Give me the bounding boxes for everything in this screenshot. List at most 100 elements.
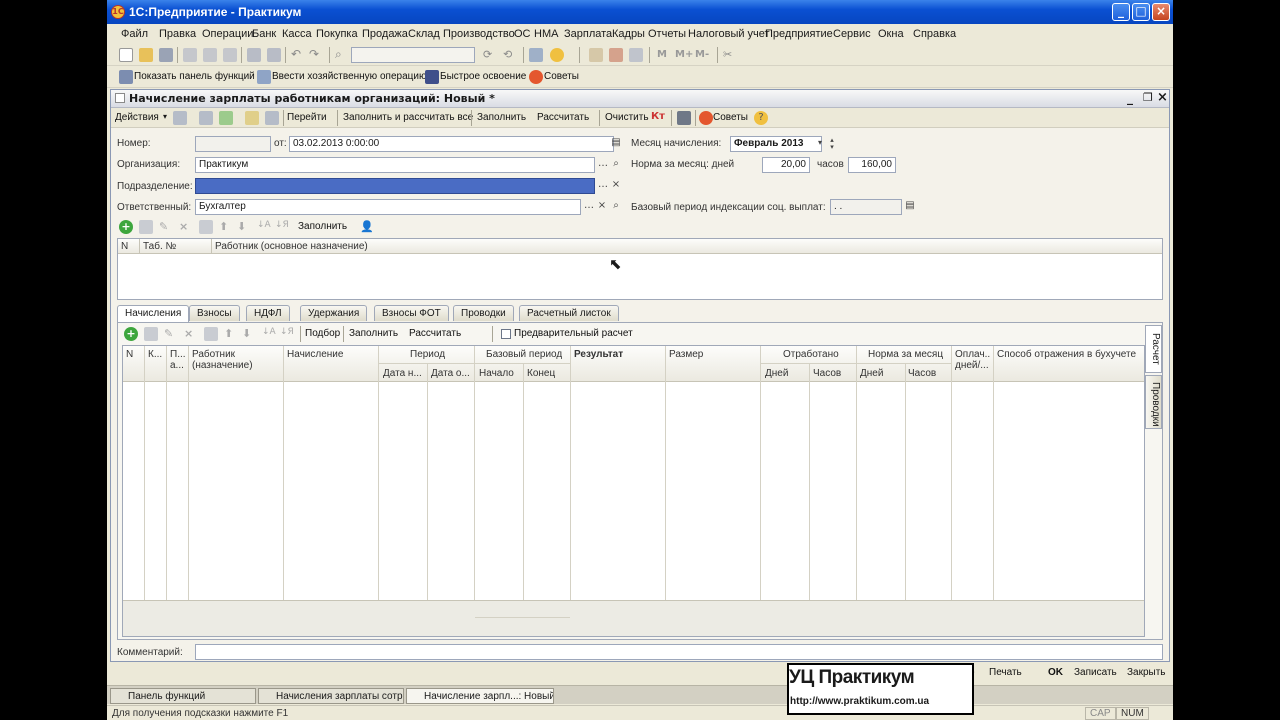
menu-edit[interactable]: Правка <box>159 28 196 40</box>
cut-icon[interactable] <box>183 48 197 62</box>
col-result[interactable]: Результат <box>574 349 623 360</box>
comment-field[interactable] <box>195 644 1163 660</box>
menu-file[interactable]: Файл <box>121 28 148 40</box>
windows-icon[interactable] <box>529 48 543 62</box>
goto-menu[interactable]: Перейти <box>287 112 327 123</box>
help-icon[interactable]: ? <box>754 111 768 125</box>
accrual-up-icon[interactable]: ⬆ <box>224 327 238 341</box>
fill-calc-all-button[interactable]: Заполнить и рассчитать все <box>343 112 473 123</box>
maximize-button[interactable]: □ <box>1132 3 1150 21</box>
tab-deductions[interactable]: Удержания <box>300 305 368 321</box>
norm-hours-field[interactable]: 160,00 <box>848 157 896 173</box>
post-icon[interactable] <box>219 111 233 125</box>
resp-select-button[interactable]: … <box>582 200 596 214</box>
menu-help[interactable]: Справка <box>913 28 956 40</box>
redo-icon[interactable]: ↷ <box>309 48 323 62</box>
col-worked-hours[interactable]: Часов <box>813 368 841 379</box>
date-field[interactable]: 03.02.2013 0:00:00 <box>289 136 614 152</box>
memory-button[interactable]: M <box>657 49 667 60</box>
tab-accruals[interactable]: Начисления <box>117 305 190 322</box>
doc-close-button[interactable]: × <box>1157 90 1168 105</box>
col-reflection-method[interactable]: Способ отражения в бухучете <box>997 349 1136 360</box>
menu-os[interactable]: ОС <box>514 28 531 40</box>
menu-purchase[interactable]: Покупка <box>316 28 358 40</box>
calculate-menu[interactable]: Рассчитать <box>537 112 589 123</box>
copy-accrual-icon[interactable] <box>144 327 158 341</box>
save-icon[interactable] <box>159 48 173 62</box>
edit-doc-icon[interactable] <box>245 111 259 125</box>
end-accrual-edit-icon[interactable] <box>204 327 218 341</box>
task-functions-panel[interactable]: Панель функций <box>110 688 256 704</box>
accruals-grid[interactable]: N К... П... а... Работник (назначение) Н… <box>122 345 1145 637</box>
org-search-icon[interactable]: ⌕ <box>609 158 623 172</box>
undo-icon[interactable]: ↶ <box>291 48 305 62</box>
quick-learn-button[interactable]: Быстрое освоение <box>440 71 526 82</box>
calculator-icon[interactable] <box>629 48 643 62</box>
find-prev-icon[interactable]: ⟲ <box>503 48 517 62</box>
accrual-sort-desc-icon[interactable]: ↓Я <box>280 327 294 341</box>
ok-button[interactable]: OK <box>1048 667 1063 678</box>
search-icon[interactable]: ⌕ <box>335 48 349 62</box>
col-size[interactable]: Размер <box>669 349 703 360</box>
resp-clear-icon[interactable]: × <box>595 200 609 214</box>
doc-minimize-button[interactable]: _ <box>1127 91 1133 105</box>
col-norm[interactable]: Норма за месяц <box>868 349 943 360</box>
accrual-calc-menu[interactable]: Рассчитать <box>409 328 461 339</box>
add-accrual-icon[interactable]: + <box>124 327 138 341</box>
move-up-icon[interactable]: ⬆ <box>219 220 233 234</box>
calendar-picker-icon[interactable]: ▤ <box>609 137 623 151</box>
add-icon[interactable]: + <box>119 220 133 234</box>
menu-production[interactable]: Производство <box>443 28 515 40</box>
month-field[interactable]: Февраль 2013 <box>730 136 822 152</box>
col-worked[interactable]: Отработано <box>783 349 839 360</box>
col-accrual[interactable]: Начисление <box>287 349 343 360</box>
menu-warehouse[interactable]: Склад <box>408 28 440 40</box>
doc-tips-button[interactable]: Советы <box>713 112 748 123</box>
col-base-start[interactable]: Начало <box>479 368 514 379</box>
menu-bank[interactable]: Банк <box>252 28 276 40</box>
col-k[interactable]: К... <box>148 349 162 360</box>
col-n[interactable]: N <box>118 239 140 253</box>
side-tab-postings[interactable]: Проводки <box>1145 375 1162 429</box>
tab-ndfl[interactable]: НДФЛ <box>246 305 290 321</box>
copy-icon[interactable] <box>203 48 217 62</box>
memory-plus-button[interactable]: M+ <box>675 49 693 60</box>
org-select-button[interactable]: … <box>596 158 610 172</box>
prelim-calc-checkbox[interactable] <box>501 329 511 339</box>
menu-service[interactable]: Сервис <box>833 28 871 40</box>
structure-icon[interactable] <box>265 111 279 125</box>
edit-accrual-icon[interactable]: ✎ <box>164 327 178 341</box>
menu-operations[interactable]: Операции <box>202 28 253 40</box>
calendar-icon[interactable] <box>609 48 623 62</box>
organization-field[interactable]: Практикум <box>195 157 595 173</box>
number-field[interactable] <box>195 136 271 152</box>
minimize-button[interactable]: _ <box>1112 3 1130 21</box>
sort-desc-icon[interactable]: ↓Я <box>275 220 289 234</box>
fill-menu[interactable]: Заполнить <box>477 112 526 123</box>
end-edit-icon[interactable] <box>199 220 213 234</box>
pick-button[interactable]: Подбор <box>305 328 340 339</box>
new-icon[interactable] <box>119 48 133 62</box>
find-next-icon[interactable]: ⟳ <box>483 48 497 62</box>
close-button[interactable]: × <box>1152 3 1170 21</box>
copy-row-icon[interactable] <box>139 220 153 234</box>
dept-clear-icon[interactable]: × <box>609 179 623 193</box>
list-icon[interactable] <box>677 111 691 125</box>
preview-icon[interactable] <box>267 48 281 62</box>
menu-reports[interactable]: Отчеты <box>648 28 686 40</box>
delete-row-icon[interactable]: × <box>179 220 193 234</box>
tab-postings[interactable]: Проводки <box>453 305 514 321</box>
menu-hr[interactable]: Кадры <box>612 28 645 40</box>
col-norm-days[interactable]: Дней <box>860 368 883 379</box>
show-panel-button[interactable]: Показать панель функций <box>134 71 255 82</box>
accrual-sort-asc-icon[interactable]: ↓A <box>262 327 276 341</box>
col-worked-days[interactable]: Дней <box>765 368 788 379</box>
clear-button[interactable]: Очистить <box>605 112 649 123</box>
base-period-calendar-icon[interactable]: ▤ <box>903 200 917 214</box>
accrual-down-icon[interactable]: ⬇ <box>242 327 256 341</box>
info-icon[interactable] <box>550 48 564 62</box>
workers-fill-menu[interactable]: Заполнить <box>298 221 347 232</box>
menu-windows[interactable]: Окна <box>878 28 904 40</box>
dept-select-button[interactable]: … <box>596 179 610 193</box>
col-worker[interactable]: Работник (основное назначение) <box>212 239 1162 253</box>
